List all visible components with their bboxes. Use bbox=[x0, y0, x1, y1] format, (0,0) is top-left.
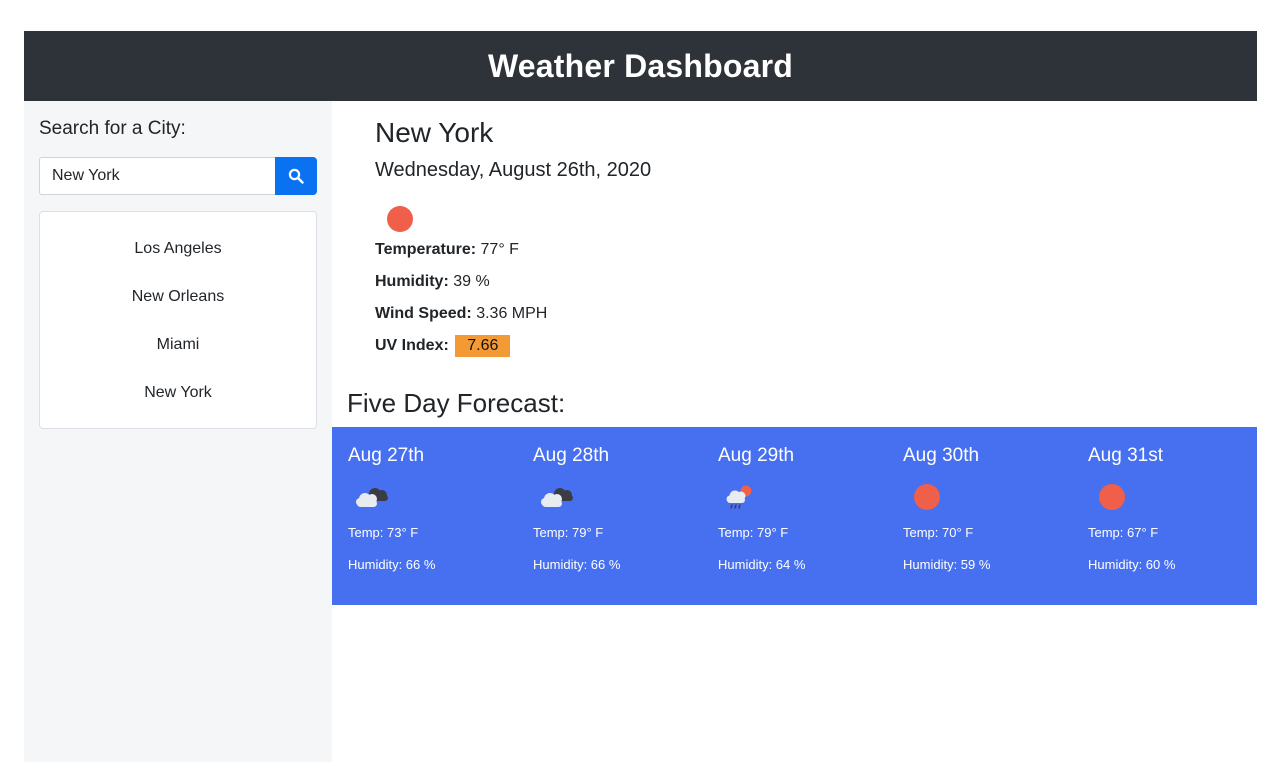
app-title: Weather Dashboard bbox=[487, 47, 794, 84]
forecast-temp: Temp: 70° F bbox=[903, 525, 974, 540]
uv-index-label: UV Index: bbox=[375, 337, 449, 354]
search-icon bbox=[288, 168, 304, 184]
main-content: New York Wednesday, August 26th, 2020 Te… bbox=[332, 101, 1257, 762]
search-history-list: Los Angeles New Orleans Miami New York bbox=[39, 211, 317, 429]
forecast-date: Aug 31st bbox=[1088, 445, 1163, 466]
rain-icon bbox=[726, 485, 752, 509]
forecast-date: Aug 30th bbox=[903, 445, 980, 466]
forecast-temp: Temp: 73° F bbox=[348, 525, 419, 540]
forecast-card: Aug 31st Temp: 67° F Humidity: 60 % bbox=[1072, 427, 1242, 605]
wind-speed-value: 3.36 MPH bbox=[476, 305, 548, 322]
forecast-date: Aug 28th bbox=[533, 445, 610, 466]
wind-speed-row: Wind Speed: 3.36 MPH bbox=[375, 305, 547, 323]
sidebar: Search for a City: Los Angeles New Orlea… bbox=[24, 101, 332, 762]
app-header: Weather Dashboard bbox=[24, 31, 1257, 101]
history-item-los-angeles[interactable]: Los Angeles bbox=[40, 226, 316, 274]
forecast-temp: Temp: 67° F bbox=[1088, 525, 1159, 540]
humidity-value: 39 % bbox=[453, 273, 490, 290]
broken-clouds-icon bbox=[541, 488, 573, 507]
forecast-card: Aug 28th Temp: 79° F Humidity: 66 % bbox=[517, 427, 687, 605]
history-item-miami[interactable]: Miami bbox=[40, 322, 316, 370]
broken-clouds-icon bbox=[356, 488, 388, 507]
sun-icon bbox=[1099, 484, 1125, 510]
temperature-value: 77° F bbox=[480, 241, 519, 258]
forecast-humidity: Humidity: 59 % bbox=[903, 557, 991, 572]
search-title: Search for a City: bbox=[39, 118, 186, 139]
forecast-panel: Aug 27th Temp: 73° F Humidity: 66 % Aug … bbox=[332, 427, 1257, 605]
temperature-row: Temperature: 77° F bbox=[375, 241, 519, 259]
search-group bbox=[39, 157, 317, 195]
sun-icon bbox=[387, 206, 413, 232]
wind-speed-label: Wind Speed: bbox=[375, 305, 472, 322]
sun-icon bbox=[914, 484, 940, 510]
forecast-card: Aug 30th Temp: 70° F Humidity: 59 % bbox=[887, 427, 1057, 605]
forecast-title: Five Day Forecast: bbox=[347, 388, 566, 418]
forecast-temp: Temp: 79° F bbox=[533, 525, 604, 540]
current-city-name: New York bbox=[375, 117, 494, 148]
forecast-date: Aug 27th bbox=[348, 445, 425, 466]
uv-index-row: UV Index: 7.66 bbox=[375, 335, 511, 357]
forecast-card: Aug 27th Temp: 73° F Humidity: 66 % bbox=[332, 427, 502, 605]
forecast-humidity: Humidity: 66 % bbox=[348, 557, 436, 572]
forecast-temp: Temp: 79° F bbox=[718, 525, 789, 540]
humidity-label: Humidity: bbox=[375, 273, 449, 290]
history-item-new-york[interactable]: New York bbox=[40, 370, 316, 418]
forecast-date: Aug 29th bbox=[718, 445, 795, 466]
weather-dashboard-app: Weather Dashboard Search for a City: Los… bbox=[24, 31, 1257, 762]
temperature-label: Temperature: bbox=[375, 241, 477, 258]
humidity-row: Humidity: 39 % bbox=[375, 273, 490, 291]
forecast-humidity: Humidity: 60 % bbox=[1088, 557, 1176, 572]
forecast-card: Aug 29th Temp: 79° F Humidity: 64 % bbox=[702, 427, 872, 605]
search-button[interactable] bbox=[275, 157, 317, 195]
history-item-new-orleans[interactable]: New Orleans bbox=[40, 274, 316, 322]
current-date: Wednesday, August 26th, 2020 bbox=[375, 159, 652, 181]
uv-index-badge: 7.66 bbox=[455, 335, 511, 357]
forecast-humidity: Humidity: 64 % bbox=[718, 557, 806, 572]
forecast-humidity: Humidity: 66 % bbox=[533, 557, 621, 572]
search-input[interactable] bbox=[39, 157, 275, 195]
